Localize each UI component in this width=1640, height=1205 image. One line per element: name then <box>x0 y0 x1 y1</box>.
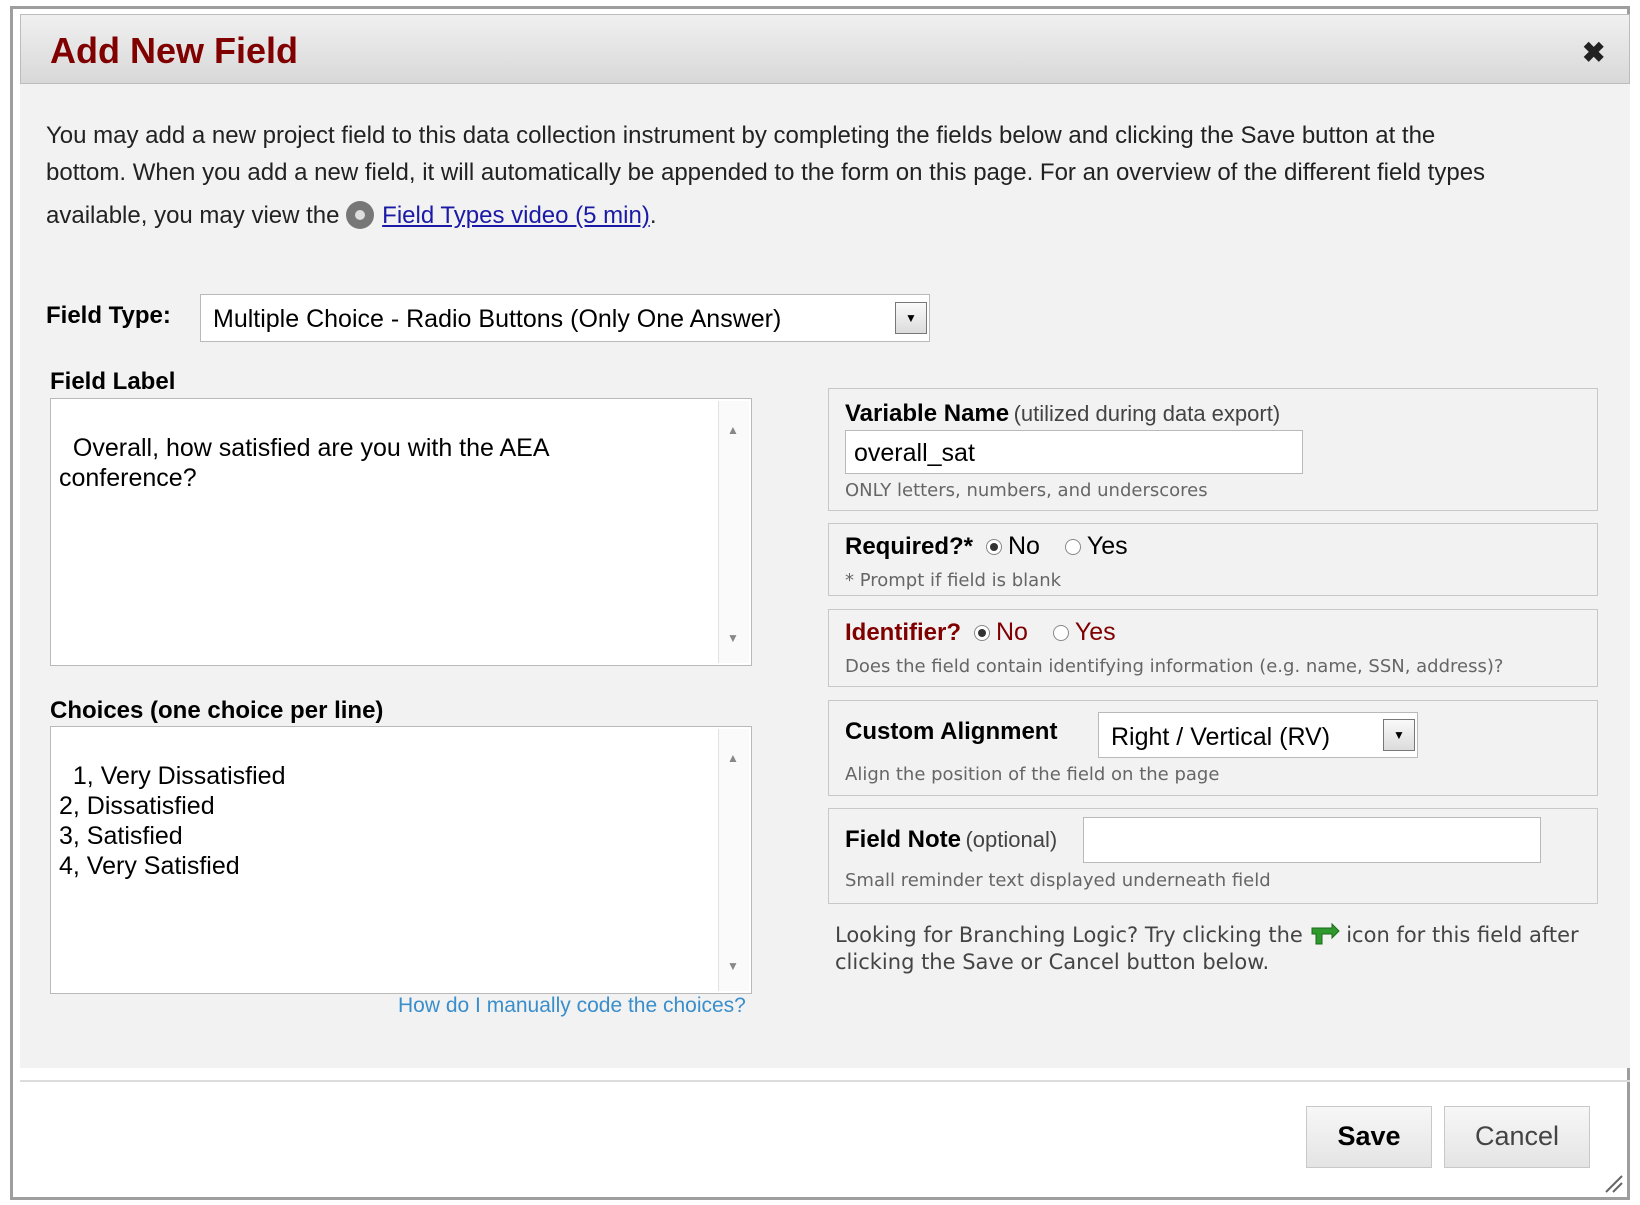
field-note-label: Field Note <box>845 826 962 853</box>
required-yes-label[interactable]: Yes <box>1087 532 1128 560</box>
cancel-button[interactable]: Cancel <box>1444 1106 1590 1168</box>
branching-logic-text-line1: Looking for Branching Logic? Try clickin… <box>835 922 1579 947</box>
branching-text-suffix: icon for this field after <box>1346 923 1579 947</box>
required-yes-radio[interactable] <box>1064 539 1081 555</box>
field-type-label: Field Type: <box>46 302 171 329</box>
custom-alignment-select[interactable]: Right / Vertical (RV) ▼ <box>1098 712 1418 758</box>
intro-line-3-suffix: . <box>649 202 657 229</box>
field-note-note: (optional) <box>965 827 1058 852</box>
variable-name-label-row: Variable Name (utilized during data expo… <box>845 400 1280 428</box>
intro-line-3-prefix: available, you may view the <box>46 202 340 229</box>
save-button[interactable]: Save <box>1306 1106 1432 1168</box>
required-no-radio[interactable] <box>985 539 1002 555</box>
field-label-textarea[interactable]: Overall, how satisfied are you with the … <box>50 398 752 666</box>
footer-divider <box>20 1080 1630 1082</box>
dialog-title: Add New Field <box>50 30 299 71</box>
identifier-hint: Does the field contain identifying infor… <box>845 656 1504 677</box>
manual-code-choices-link[interactable]: How do I manually code the choices? <box>398 994 746 1018</box>
identifier-row: Identifier? No Yes <box>845 618 1116 647</box>
film-reel-icon <box>346 201 375 229</box>
custom-alignment-value: Right / Vertical (RV) <box>1111 723 1331 751</box>
field-label-heading: Field Label <box>50 368 176 395</box>
choices-text: 1, Very Dissatisfied 2, Dissatisfied 3, … <box>59 762 286 880</box>
required-no-label[interactable]: No <box>1008 532 1040 560</box>
choices-heading: Choices (one choice per line) <box>50 697 384 724</box>
variable-name-value: overall_sat <box>854 439 975 467</box>
variable-name-input[interactable]: overall_sat <box>845 430 1303 474</box>
chevron-down-icon[interactable]: ▼ <box>895 302 927 334</box>
variable-name-note: (utilized during data export) <box>1013 401 1281 426</box>
choices-textarea[interactable]: 1, Very Dissatisfied 2, Dissatisfied 3, … <box>50 726 752 994</box>
custom-alignment-hint: Align the position of the field on the p… <box>845 764 1220 785</box>
identifier-label: Identifier? <box>845 619 962 646</box>
field-note-input[interactable] <box>1083 817 1541 863</box>
field-note-label-row: Field Note (optional) <box>845 826 1057 854</box>
custom-alignment-label: Custom Alignment <box>845 718 1058 745</box>
field-type-value: Multiple Choice - Radio Buttons (Only On… <box>213 305 782 333</box>
variable-name-hint: ONLY letters, numbers, and underscores <box>845 480 1208 501</box>
choices-scrollbar[interactable]: ▲ ▼ <box>718 729 749 991</box>
branching-arrow-icon <box>1311 922 1340 945</box>
identifier-no-label[interactable]: No <box>996 618 1028 646</box>
field-note-hint: Small reminder text displayed underneath… <box>845 870 1271 891</box>
intro-line-3: available, you may view the Field Types … <box>46 201 657 230</box>
identifier-no-radio[interactable] <box>973 625 990 641</box>
required-row: Required?* No Yes <box>845 532 1128 561</box>
identifier-yes-radio[interactable] <box>1052 625 1069 641</box>
field-types-video-link[interactable]: Field Types video (5 min) <box>382 202 650 229</box>
branching-logic-text-line2: clicking the Save or Cancel button below… <box>835 950 1270 974</box>
branching-text-prefix: Looking for Branching Logic? Try clickin… <box>835 923 1303 947</box>
resize-grip-icon[interactable] <box>1602 1172 1624 1194</box>
field-type-select[interactable]: Multiple Choice - Radio Buttons (Only On… <box>200 294 930 342</box>
intro-line-2: bottom. When you add a new field, it wil… <box>46 159 1486 186</box>
variable-name-label: Variable Name <box>845 400 1010 427</box>
chevron-down-icon[interactable]: ▼ <box>1383 719 1415 751</box>
required-hint: * Prompt if field is blank <box>845 570 1062 591</box>
required-label: Required?* <box>845 533 974 560</box>
identifier-yes-label[interactable]: Yes <box>1075 618 1116 646</box>
field-label-scrollbar[interactable]: ▲ ▼ <box>718 401 749 663</box>
field-label-text: Overall, how satisfied are you with the … <box>59 434 550 492</box>
intro-line-1: You may add a new project field to this … <box>46 122 1436 149</box>
close-icon[interactable]: ✖ <box>1582 36 1605 69</box>
